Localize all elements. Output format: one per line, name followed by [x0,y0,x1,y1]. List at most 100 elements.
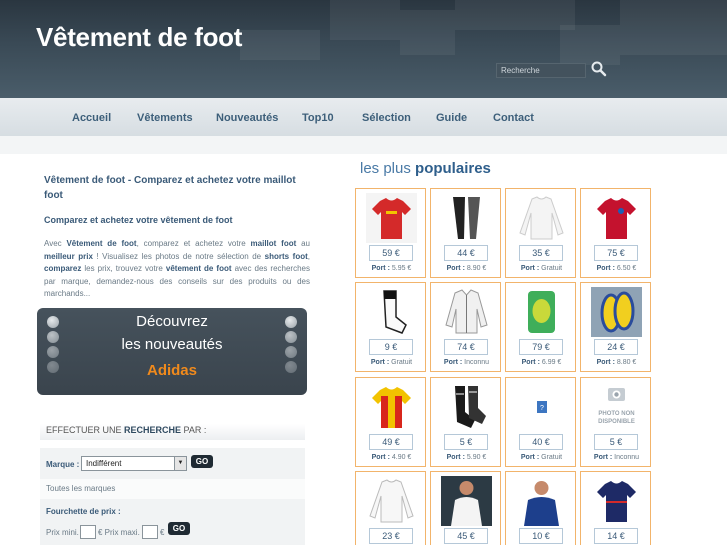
product-card[interactable]: 10 € [505,471,576,545]
product-card[interactable]: 35 € Port : Gratuit [505,188,576,278]
site-title[interactable]: Vêtement de foot [36,22,242,53]
shipping-label: Port : [446,454,465,461]
shipping-value: Gratuit [539,265,563,272]
red-jersey-image[interactable] [366,193,417,243]
product-card[interactable]: PHOTO NON DISPONIBLE 5 € Port : Inconnu [580,377,651,467]
shipping-label: Port : [520,265,540,272]
product-price[interactable]: 40 € [519,434,563,450]
product-shipping: Port : 6.50 € [581,265,652,272]
shipping-label: Port : [520,454,540,461]
product-card[interactable]: 49 € Port : 4.90 € [355,377,426,467]
shipping-label: Port : [521,359,540,366]
nav-item-guide[interactable]: Guide [436,112,467,124]
search-input[interactable]: Recherche [496,63,586,78]
intro-desc-fragment: maillot foot [250,239,297,248]
product-shipping: Port : Inconnu [581,454,652,461]
search-title-prefix: EFFECTUER UNE [46,425,125,435]
product-shipping: Port : 4.90 € [356,454,427,461]
yellow-red-jersey-image[interactable] [366,382,417,432]
product-card[interactable]: 79 € Port : 6.99 € [505,282,576,372]
product-card[interactable]: 59 € Port : 5.95 € [355,188,426,278]
search-icon[interactable] [590,60,608,78]
product-card[interactable]: 5 € Port : 5.90 € [430,377,501,467]
product-card[interactable]: 45 € [430,471,501,545]
product-shipping: Port : Gratuit [506,265,577,272]
bayern-jersey-image[interactable] [591,193,642,243]
product-price[interactable]: 14 € [594,528,638,544]
nav-item-vetements[interactable]: Vêtements [137,112,193,124]
shipping-value: 4.90 € [389,454,412,461]
price-range-label: Fourchette de prix : [46,507,121,516]
product-price[interactable]: 44 € [444,245,488,261]
svg-text:?: ? [540,405,544,412]
shipping-label: Port : [443,359,463,366]
shin-guards-image[interactable] [591,287,642,337]
product-price[interactable]: 79 € [519,339,563,355]
all-brands-link[interactable]: Toutes les marques [46,484,115,493]
intro-desc-fragment: Vêtement de foot [66,239,137,248]
nav-item-nouveautes[interactable]: Nouveautés [216,112,278,124]
product-price[interactable]: 23 € [369,528,413,544]
player-blue-image[interactable] [516,476,567,526]
promo-brand[interactable]: Adidas [37,362,307,379]
product-card[interactable]: 24 € Port : 8.80 € [580,282,651,372]
product-card[interactable]: 44 € Port : 8.90 € [430,188,501,278]
shipping-value: Inconnu [462,359,490,366]
product-price[interactable]: 5 € [444,434,488,450]
go-button[interactable]: GO [191,455,213,468]
shipping-value: 5.95 € [389,265,412,272]
prix-maxi-input[interactable] [142,525,158,539]
shipping-label: Port : [370,359,390,366]
white-longsleeve-image[interactable] [516,193,567,243]
missing-image-image[interactable]: ? [516,382,567,432]
intro-desc-fragment: les prix, trouvez votre [81,264,166,273]
promo-line2: les nouveautés [121,336,223,353]
navy-jersey-image[interactable] [591,476,642,526]
shipping-label: Port : [596,359,615,366]
product-card[interactable]: 74 € Port : Inconnu [430,282,501,372]
shipping-label: Port : [593,454,613,461]
product-price[interactable]: 59 € [369,245,413,261]
product-price[interactable]: 24 € [594,339,638,355]
product-price[interactable]: 10 € [519,528,563,544]
goalie-glove-pack-image[interactable] [516,287,567,337]
product-price[interactable]: 9 € [369,339,413,355]
product-shipping: Port : 8.80 € [581,359,652,366]
player-white-image[interactable] [441,476,492,526]
nav-item-accueil[interactable]: Accueil [72,112,111,124]
product-price[interactable]: 5 € [594,434,638,450]
intro-desc-fragment: , [307,251,310,261]
product-card[interactable]: 75 € Port : 6.50 € [580,188,651,278]
product-card[interactable]: ? 40 € Port : Gratuit [505,377,576,467]
marque-select[interactable]: Indifférent ▼ [81,456,187,471]
product-price[interactable]: 74 € [444,339,488,355]
white-jacket-image[interactable] [441,287,492,337]
nav-item-top10[interactable]: Top10 [302,112,334,124]
chevron-down-icon[interactable]: ▼ [174,457,186,470]
product-card[interactable]: 9 € Port : Gratuit [355,282,426,372]
black-pants-image[interactable] [441,193,492,243]
shipping-value: Gratuit [389,359,413,366]
white-shirt-image[interactable] [366,476,417,526]
product-price[interactable]: 45 € [444,528,488,544]
black-socks-image[interactable] [441,382,492,432]
shipping-label: Port : [371,265,390,272]
nav-strip [0,136,727,154]
nav-item-contact[interactable]: Contact [493,112,534,124]
product-price[interactable]: 75 € [594,245,638,261]
product-price[interactable]: 49 € [369,434,413,450]
socks-image[interactable] [366,287,417,337]
prix-mini-input[interactable] [80,525,96,539]
photo-non-disponible-image[interactable]: PHOTO NON DISPONIBLE [591,382,642,432]
promo-banner[interactable]: Découvrez les nouveautés Adidas [37,308,307,395]
go-price-button[interactable]: GO [168,522,190,535]
product-card[interactable]: 14 € [580,471,651,545]
intro-desc-fragment: comparez [44,264,82,273]
product-shipping: Port : 6.99 € [506,359,577,366]
product-shipping: Port : 8.90 € [431,265,502,272]
nav-item-selection[interactable]: Sélection [362,112,411,124]
intro-desc-fragment: vêtement de foot [165,264,232,273]
shipping-label: Port : [371,454,390,461]
product-price[interactable]: 35 € [519,245,563,261]
product-card[interactable]: 23 € [355,471,426,545]
